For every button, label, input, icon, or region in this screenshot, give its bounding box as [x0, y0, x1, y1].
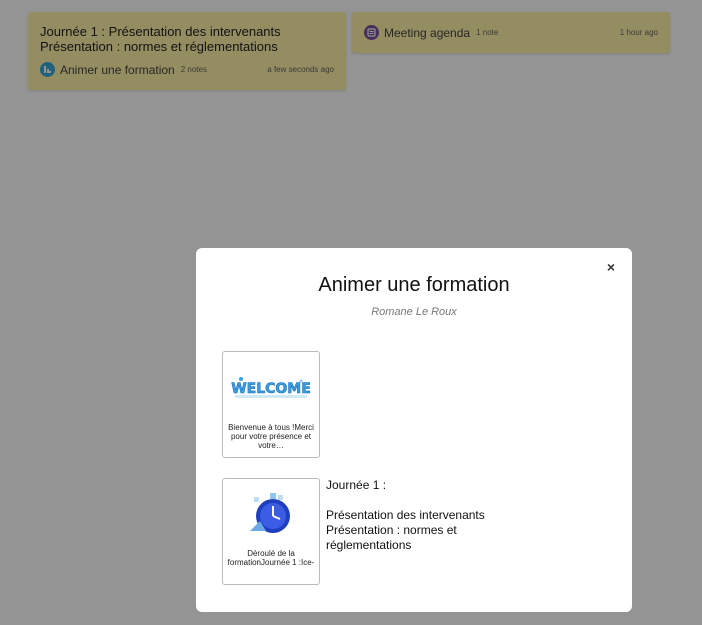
note-caption: Bienvenue à tous !Merci pour votre prése…: [228, 423, 314, 450]
note-caption: Déroulé de la formationJournée 1 :Ice-: [227, 549, 315, 567]
welcome-text: WELCOME: [231, 381, 311, 397]
close-icon[interactable]: ×: [604, 260, 618, 274]
note-card-welcome[interactable]: WELCOME Bienvenue à tous !Merci pour vot…: [222, 351, 320, 458]
note-card-deroule[interactable]: Déroulé de la formationJournée 1 :Ice-: [222, 478, 320, 585]
modal-title: Animer une formation: [318, 274, 510, 296]
board-modal: × Animer une formation Romane Le Roux WE…: [196, 248, 632, 612]
note-text[interactable]: Journée 1 : Présentation des intervenant…: [326, 478, 486, 553]
modal-author: Romane Le Roux: [371, 306, 457, 318]
welcome-image: WELCOME: [223, 352, 319, 424]
clock-icon: [223, 479, 319, 549]
